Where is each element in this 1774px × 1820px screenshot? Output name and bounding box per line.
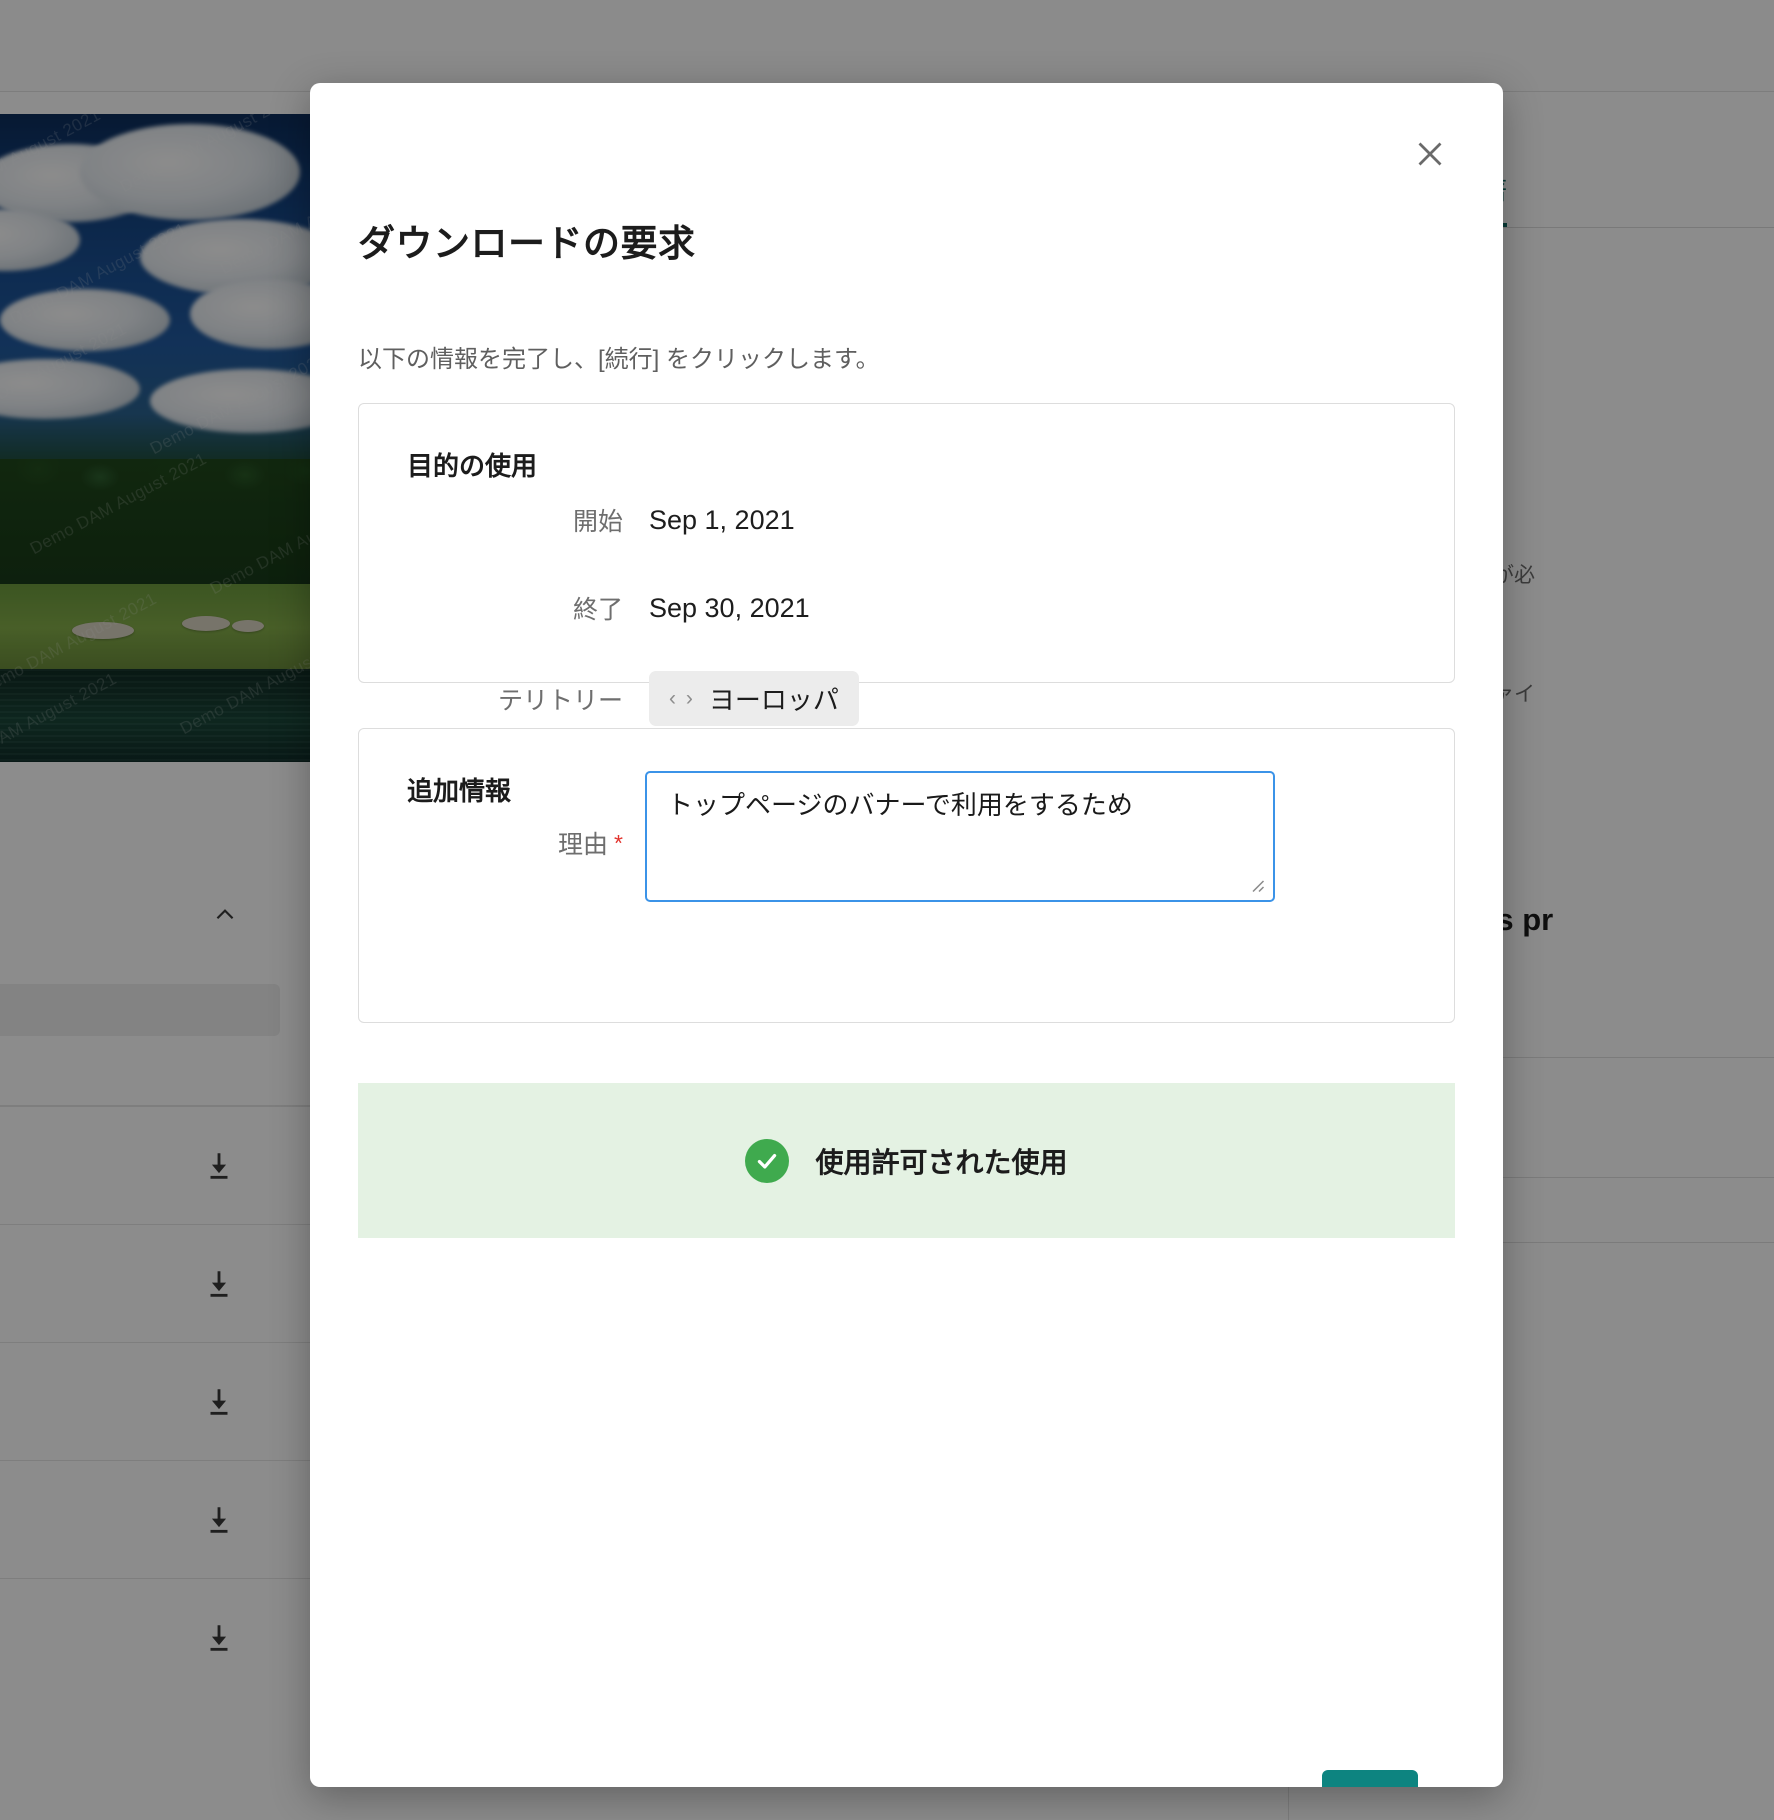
reason-label-text: 理由 — [558, 831, 609, 859]
download-request-dialog: ダウンロードの要求 以下の情報を完了し、[続行] をクリックします。 目的の使用… — [310, 83, 1503, 1787]
field-territory: テリトリー ‹ › ヨーロッパ — [359, 671, 859, 726]
territory-chip[interactable]: ‹ › ヨーロッパ — [649, 671, 859, 726]
check-circle-icon — [745, 1138, 790, 1183]
field-end-date: 終了 Sep 30, 2021 — [359, 590, 810, 626]
dialog-title: ダウンロードの要求 — [358, 223, 696, 264]
permitted-use-banner: 使用許可された使用 — [358, 1083, 1455, 1238]
close-icon[interactable] — [1403, 127, 1457, 181]
additional-information-card: 追加情報 理由 * — [358, 728, 1455, 1023]
permitted-use-text: 使用許可された使用 — [815, 1146, 1068, 1178]
extra-card-title: 追加情報 — [407, 776, 512, 806]
field-label-start: 開始 — [572, 508, 623, 536]
required-marker: * — [614, 829, 623, 856]
field-label-territory: テリトリー — [497, 686, 623, 715]
purpose-of-use-card: 目的の使用 開始 Sep 1, 2021 終了 Sep 30, 2021 テリト… — [358, 403, 1455, 820]
purpose-card-title: 目的の使用 — [407, 451, 538, 481]
left-right-arrows-icon: ‹ › — [669, 686, 695, 710]
continue-button[interactable]: 続行 — [1322, 1770, 1418, 1787]
field-label-reason: 理由 * — [359, 825, 649, 861]
dialog-instructions: 以下の情報を完了し、[続行] をクリックします。 — [358, 346, 880, 373]
reason-textarea[interactable] — [645, 771, 1275, 902]
field-start-date: 開始 Sep 1, 2021 — [359, 502, 795, 538]
field-value-end: Sep 30, 2021 — [649, 592, 810, 623]
field-label-end: 終了 — [572, 596, 623, 624]
field-value-start: Sep 1, 2021 — [649, 504, 795, 535]
field-reason-label-wrap: 理由 * — [359, 825, 649, 861]
territory-chip-label: ヨーロッパ — [708, 685, 839, 715]
